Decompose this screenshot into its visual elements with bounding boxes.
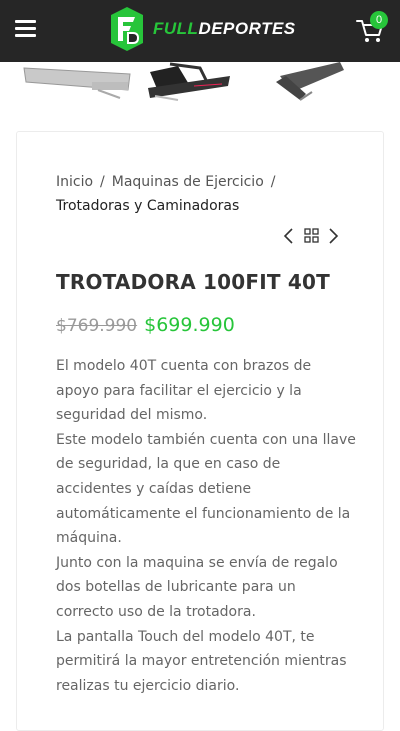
price-row: $769.990 $699.990	[56, 314, 235, 336]
description-paragraph: El modelo 40T cuenta con brazos de apoyo…	[56, 358, 312, 424]
breadcrumb-separator: /	[100, 174, 105, 190]
sale-price: $699.990	[144, 314, 235, 336]
description-paragraph: Junto con la maquina se envía de regalo …	[56, 554, 338, 620]
product-title: TROTADORA 100FIT 40T	[56, 270, 330, 294]
description-paragraph: La pantalla Touch del modelo 40T, te per…	[56, 628, 347, 694]
old-price: $769.990	[56, 316, 138, 336]
breadcrumb-current[interactable]: Trotadoras y Caminadoras	[56, 198, 239, 214]
breadcrumb: Inicio / Maquinas de Ejercicio / Trotadoras…	[56, 170, 356, 218]
treadmill-image-3	[276, 62, 344, 101]
site-header: FULLDEPORTES 0	[0, 0, 400, 62]
hamburger-menu-icon[interactable]	[15, 20, 36, 37]
breadcrumb-separator: /	[270, 174, 276, 190]
treadmill-image-2	[148, 62, 230, 101]
brand-name: FULLDEPORTES	[153, 19, 296, 38]
treadmill-image-1	[23, 67, 131, 99]
product-navigation	[283, 227, 343, 245]
breadcrumb-item-inicio[interactable]: Inicio	[56, 174, 93, 190]
chevron-right-icon[interactable]	[329, 228, 339, 244]
product-description: El modelo 40T cuenta con brazos de apoyo…	[56, 354, 356, 698]
chevron-left-icon[interactable]	[283, 228, 293, 244]
description-paragraph: Este modelo también cuenta con una llave…	[56, 431, 356, 547]
breadcrumb-item-maquinas[interactable]: Maquinas de Ejercicio	[112, 174, 264, 190]
cart-count-badge: 0	[370, 11, 388, 29]
logo-mark	[111, 7, 143, 51]
product-image-gallery[interactable]	[0, 62, 400, 114]
gallery-thumbnails	[23, 62, 344, 101]
grid-icon[interactable]	[304, 228, 319, 243]
site-logo[interactable]: FULLDEPORTES	[107, 7, 296, 51]
